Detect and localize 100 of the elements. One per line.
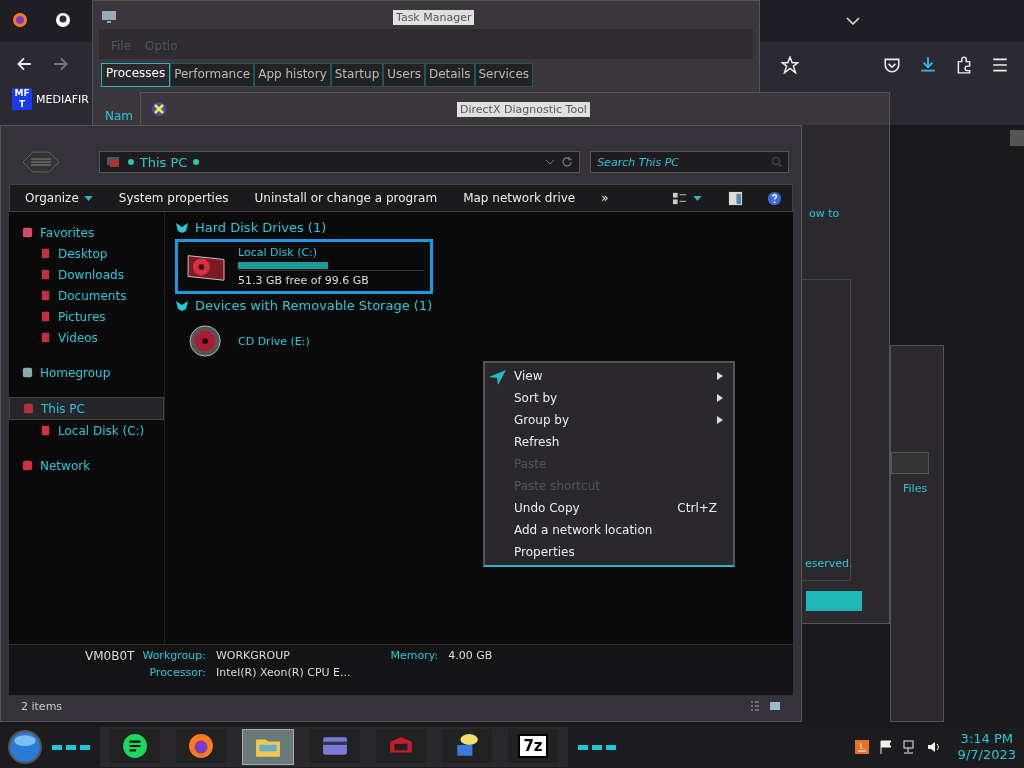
start-button[interactable] xyxy=(8,730,42,764)
detail-label: Memory: xyxy=(390,649,439,662)
firefox-icon[interactable] xyxy=(12,12,28,28)
monitor-speech-icon xyxy=(454,733,480,759)
menu-item[interactable]: Refresh xyxy=(485,431,733,453)
flag-icon[interactable] xyxy=(877,739,894,755)
nav-item[interactable]: Homegroup xyxy=(9,362,164,383)
tiles-view-icon[interactable] xyxy=(769,700,781,712)
firefox-icon xyxy=(188,733,214,759)
nav-item[interactable]: This PC xyxy=(9,397,164,420)
toolbar-button[interactable]: System properties xyxy=(113,189,234,207)
collapse-icon[interactable] xyxy=(175,299,189,312)
menu-icon[interactable] xyxy=(991,56,1009,74)
java-icon[interactable] xyxy=(853,739,870,755)
collapse-icon[interactable] xyxy=(175,221,189,234)
nav-icon xyxy=(21,366,34,379)
column-header[interactable]: Nam xyxy=(105,109,134,123)
drive-tile[interactable]: Local Disk (C:) 51.3 GB free of 99.6 GB xyxy=(175,239,433,294)
nav-item[interactable]: Desktop xyxy=(9,243,164,264)
menu-item[interactable]: Sort by xyxy=(485,387,733,409)
detail-label: Processor: xyxy=(148,666,206,679)
nav-icon xyxy=(22,402,35,415)
nav-icon xyxy=(39,289,52,302)
menu-item[interactable]: Undo Copy Ctrl+Z xyxy=(485,497,733,519)
nav-icon xyxy=(39,247,52,260)
body-text: ow to xyxy=(809,207,840,220)
window-title: DirectX Diagnostic Tool xyxy=(457,101,590,117)
detail-value: Intel(R) Xeon(R) CPU E... xyxy=(215,666,351,679)
puzzle-icon[interactable] xyxy=(955,56,973,74)
refresh-icon[interactable] xyxy=(561,156,574,168)
detail-value: 4.00 GB xyxy=(448,649,493,662)
tab[interactable]: App history xyxy=(254,63,331,87)
nav-item[interactable]: Local Disk (C:) xyxy=(9,420,164,441)
pocket-icon[interactable] xyxy=(883,56,901,74)
search-icon xyxy=(771,156,783,168)
tab[interactable]: Users xyxy=(383,63,425,87)
nav-icon xyxy=(39,424,52,437)
toolbar-button[interactable]: Uninstall or change a program xyxy=(249,189,443,207)
computer-icon xyxy=(105,154,122,170)
copyright-text: eserved. xyxy=(805,557,853,570)
group-header: Devices with Removable Storage (1) xyxy=(195,298,433,313)
nav-item[interactable]: Network xyxy=(9,455,164,476)
archive-icon: 7z xyxy=(518,734,548,758)
star-icon[interactable] xyxy=(781,56,799,74)
scrollbar-thumb[interactable] xyxy=(1010,130,1024,146)
download-icon[interactable] xyxy=(919,56,937,74)
bookmark-icon: MF T xyxy=(12,88,32,110)
back-arrow-icon[interactable] xyxy=(15,55,33,73)
detail-value: WORKGROUP xyxy=(215,649,291,662)
taskbar-app[interactable]: 7z xyxy=(508,729,558,763)
menu-item[interactable]: Add a network location xyxy=(485,519,733,541)
menu-item[interactable]: Group by xyxy=(485,409,733,431)
nav-icon xyxy=(39,268,52,281)
directx-icon xyxy=(151,101,167,117)
toolbar-button[interactable]: Map network drive xyxy=(458,189,581,207)
status-text: 2 items xyxy=(21,699,63,713)
indicator-lights-icon xyxy=(578,744,616,750)
tab[interactable]: Details xyxy=(424,63,475,87)
monitor-icon xyxy=(101,9,117,25)
taskbar-app[interactable] xyxy=(110,729,160,763)
clock[interactable]: 3:14 PM 9/7/2023 xyxy=(949,731,1016,763)
drive-tile[interactable]: CD Drive (E:) xyxy=(175,317,433,365)
address-bar[interactable]: This PC xyxy=(98,151,581,173)
nav-icon xyxy=(21,226,34,239)
nav-item[interactable]: Favorites xyxy=(9,222,164,243)
toolbar-button[interactable]: Organize xyxy=(20,189,98,207)
taskbar-app[interactable] xyxy=(442,729,492,763)
computer-name: VM0B0T xyxy=(85,649,135,665)
nav-item[interactable]: Pictures xyxy=(9,306,164,327)
detail-label: Workgroup: xyxy=(142,649,206,662)
caret-icon[interactable] xyxy=(693,195,702,201)
tab[interactable]: Startup xyxy=(330,63,384,87)
free-space-text: 51.3 GB free of 99.6 GB xyxy=(238,274,370,287)
volume-icon[interactable] xyxy=(925,739,942,755)
help-icon[interactable] xyxy=(767,190,782,206)
menu-item[interactable]: Properties xyxy=(485,541,733,563)
bird-icon xyxy=(488,367,508,387)
tab[interactable]: Processes xyxy=(101,63,171,87)
search-field[interactable]: Search This PC xyxy=(590,151,789,173)
tab[interactable]: Files xyxy=(903,482,928,495)
nav-icon xyxy=(39,331,52,344)
nav-item[interactable]: Documents xyxy=(9,285,164,306)
bookmark-link[interactable]: MEDIAFIR xyxy=(36,92,89,106)
nav-item[interactable]: Downloads xyxy=(9,264,164,285)
view-options-icon[interactable] xyxy=(672,190,687,206)
chevron-down-icon[interactable] xyxy=(846,17,860,25)
tab[interactable]: Services xyxy=(474,63,534,87)
taskbar-app[interactable] xyxy=(176,729,226,763)
emblem-icon xyxy=(21,150,61,174)
details-view-icon[interactable] xyxy=(749,700,761,712)
toolbar-button[interactable]: » xyxy=(596,189,614,207)
drive-name: CD Drive (E:) xyxy=(238,334,311,348)
notes-icon xyxy=(122,733,148,759)
tab[interactable]: Performance xyxy=(170,63,255,87)
preview-pane-icon[interactable] xyxy=(728,190,743,206)
forward-arrow-icon[interactable] xyxy=(52,55,70,73)
drive-name: Local Disk (C:) xyxy=(238,246,319,259)
menu-item[interactable]: View xyxy=(485,365,733,387)
indicator-lights-icon xyxy=(52,744,90,750)
nav-item[interactable]: Videos xyxy=(9,327,164,348)
